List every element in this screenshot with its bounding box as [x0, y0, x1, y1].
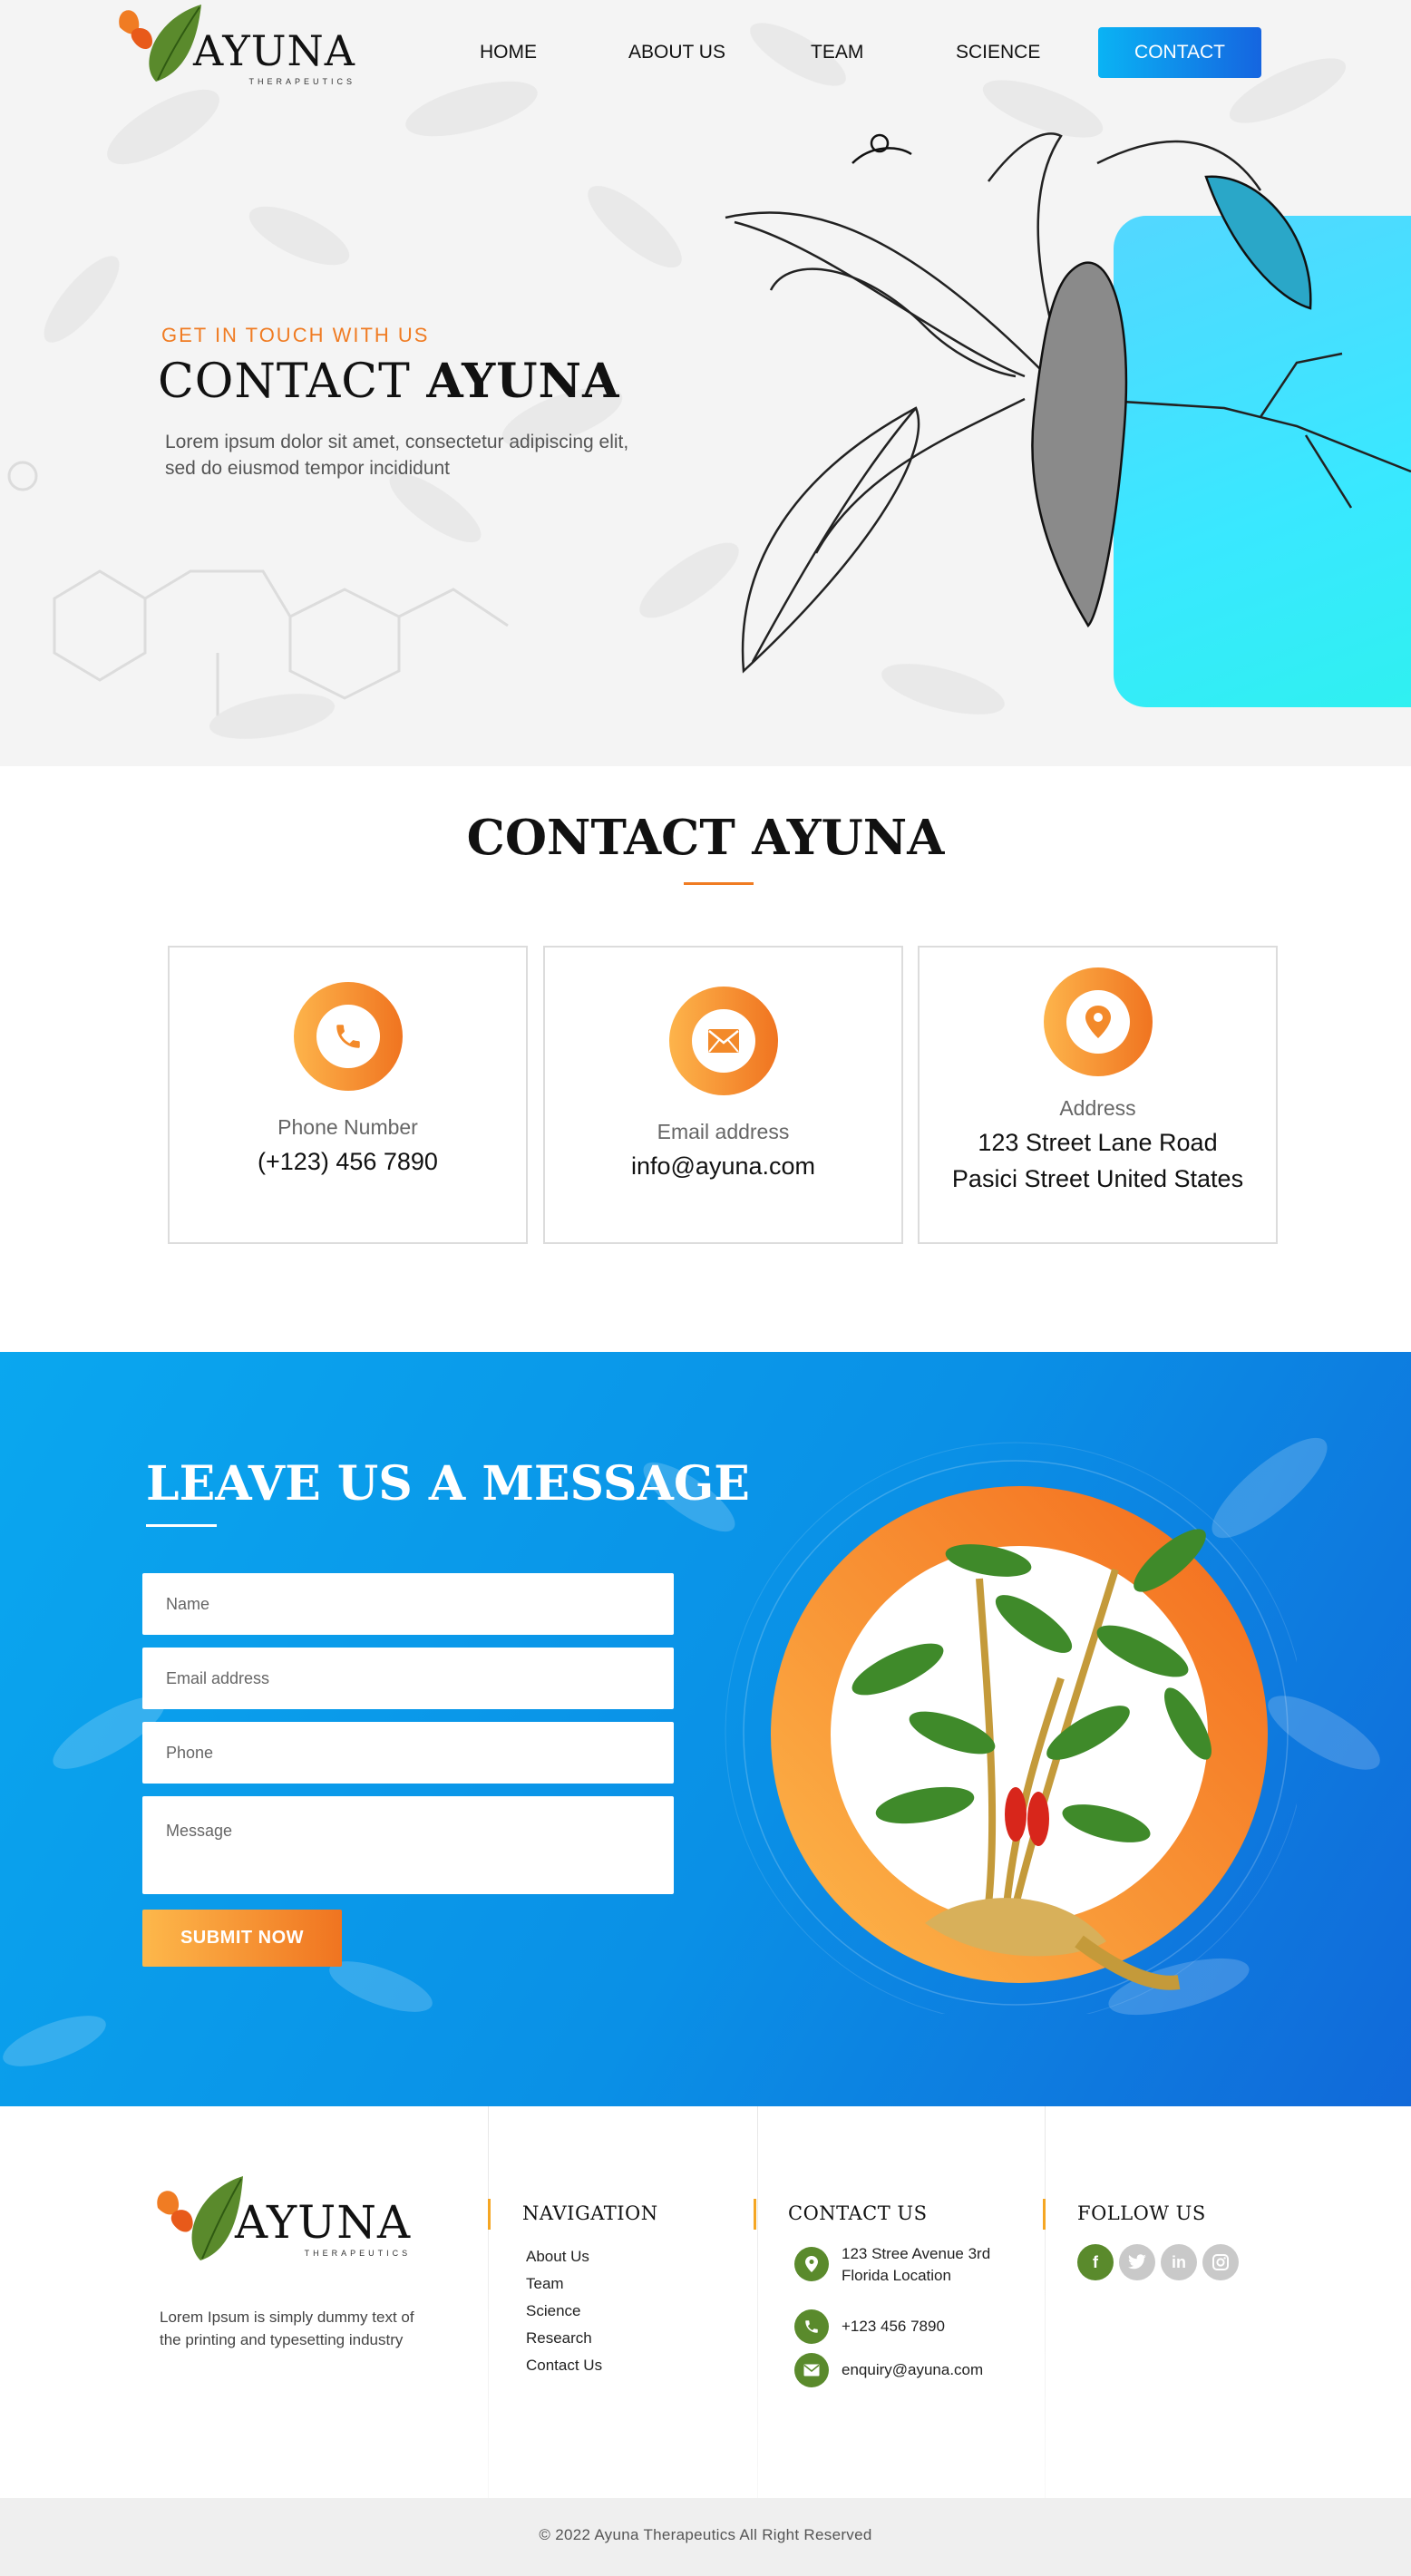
- phone-value[interactable]: (+123) 456 7890: [170, 1143, 526, 1180]
- contact-title-light: CONTACT: [466, 810, 735, 866]
- copyright-bar: © 2022 Ayuna Therapeutics All Right Rese…: [0, 2498, 1411, 2576]
- phone-icon: [293, 982, 403, 1091]
- hero-title-light: CONTACT: [158, 355, 411, 409]
- hero-section: AYUNA THERAPEUTICS HOME ABOUT US TEAM SC…: [0, 0, 1411, 766]
- footer: AYUNA THERAPEUTICS Lorem Ipsum is simply…: [0, 2106, 1411, 2498]
- footer-phone-value[interactable]: +123 456 7890: [842, 2316, 945, 2338]
- hero-description: Lorem ipsum dolor sit amet, consectetur …: [165, 432, 629, 479]
- contact-section-title: CONTACT AYUNA: [0, 810, 1411, 866]
- footer-address-line-2: Florida Location: [842, 2267, 951, 2284]
- hero-title: CONTACT AYUNA: [158, 354, 619, 409]
- copyright-text: © 2022 Ayuna Therapeutics All Right Rese…: [539, 2526, 872, 2543]
- name-field[interactable]: [142, 1573, 674, 1635]
- footer-email: enquiry@ayuna.com: [794, 2353, 983, 2387]
- message-section: LEAVE US A MESSAGE SUBMIT NOW: [0, 1352, 1411, 2106]
- message-title: LEAVE US A MESSAGE: [146, 1456, 750, 1512]
- phone-label: Phone Number: [277, 1115, 418, 1139]
- email-card: Email address info@ayuna.com: [543, 946, 903, 1244]
- message-title-light: LEAVE US A: [146, 1456, 466, 1512]
- contact-title-underline: [684, 882, 754, 885]
- plant-circle-illustration: [716, 1434, 1307, 2024]
- phone-icon: [794, 2309, 829, 2344]
- footer-logo-wordmark: AYUNA: [235, 2196, 412, 2249]
- footer-logo[interactable]: AYUNA THERAPEUTICS: [151, 2172, 412, 2260]
- page: AYUNA THERAPEUTICS HOME ABOUT US TEAM SC…: [0, 0, 1411, 2576]
- footer-navigation-title: NAVIGATION: [488, 2199, 658, 2230]
- footer-address-line-1: 123 Stree Avenue 3rd: [842, 2245, 991, 2262]
- location-pin-icon: [1043, 967, 1153, 1076]
- message-field[interactable]: [142, 1796, 674, 1894]
- address-line-1: 123 Street Lane Road: [978, 1129, 1218, 1156]
- logo-leaf-icon: [111, 0, 206, 86]
- footer-nav-about-us[interactable]: About Us: [526, 2247, 602, 2266]
- footer-contact-title: CONTACT US: [754, 2199, 928, 2230]
- footer-nav-research[interactable]: Research: [526, 2328, 602, 2348]
- footer-logo-leaf-icon: [151, 2172, 246, 2260]
- footer-divider: [757, 2106, 758, 2498]
- footer-nav-contact-us[interactable]: Contact Us: [526, 2356, 602, 2375]
- location-pin-icon: [794, 2247, 829, 2281]
- footer-about-text: Lorem Ipsum is simply dummy text of the …: [160, 2309, 414, 2348]
- footer-address: 123 Stree Avenue 3rd Florida Location: [794, 2245, 990, 2287]
- footer-phone: +123 456 7890: [794, 2309, 945, 2344]
- hero-kicker: GET IN TOUCH WITH US: [161, 324, 430, 346]
- email-value[interactable]: info@ayuna.com: [545, 1148, 901, 1184]
- header-logo[interactable]: AYUNA THERAPEUTICS: [111, 0, 355, 86]
- contact-title-bold: AYUNA: [752, 810, 945, 866]
- footer-logo-tagline: THERAPEUTICS: [304, 2249, 412, 2258]
- logo-wordmark: AYUNA: [193, 26, 355, 75]
- footer-divider: [1045, 2106, 1046, 2498]
- footer-email-value[interactable]: enquiry@ayuna.com: [842, 2359, 983, 2381]
- logo-tagline: THERAPEUTICS: [248, 77, 355, 86]
- address-card: Address 123 Street Lane Road Pasici Stre…: [918, 946, 1278, 1244]
- footer-nav-science[interactable]: Science: [526, 2301, 602, 2320]
- mail-icon: [668, 987, 778, 1095]
- address-line-2: Pasici Street United States: [951, 1165, 1244, 1192]
- social-links: f in: [1077, 2244, 1244, 2280]
- nav-science[interactable]: SCIENCE: [956, 42, 1040, 63]
- address-label: Address: [1059, 1096, 1136, 1120]
- nav-team[interactable]: TEAM: [811, 42, 863, 63]
- footer-nav-list: About Us Team Science Research Contact U…: [526, 2247, 602, 2383]
- phone-field[interactable]: [142, 1722, 674, 1784]
- mail-icon: [794, 2353, 829, 2387]
- hero-title-bold: AYUNA: [426, 354, 620, 409]
- footer-divider: [488, 2106, 489, 2498]
- phone-card: Phone Number (+123) 456 7890: [168, 946, 528, 1244]
- facebook-icon[interactable]: f: [1077, 2244, 1114, 2280]
- nav-about-us[interactable]: ABOUT US: [628, 42, 725, 63]
- footer-follow-title: FOLLOW US: [1043, 2199, 1206, 2230]
- message-title-bold: MESSAGE: [482, 1456, 750, 1512]
- footer-nav-team[interactable]: Team: [526, 2274, 602, 2293]
- hero-plant-illustration: [716, 127, 1411, 766]
- email-field[interactable]: [142, 1648, 674, 1709]
- nav-home[interactable]: HOME: [480, 42, 537, 63]
- submit-button[interactable]: SUBMIT NOW: [142, 1910, 342, 1967]
- message-title-underline: [146, 1524, 217, 1527]
- email-label: Email address: [657, 1120, 790, 1143]
- twitter-icon[interactable]: [1119, 2244, 1155, 2280]
- instagram-icon[interactable]: [1202, 2244, 1239, 2280]
- nav-contact-button[interactable]: CONTACT: [1098, 27, 1261, 78]
- linkedin-icon[interactable]: in: [1161, 2244, 1197, 2280]
